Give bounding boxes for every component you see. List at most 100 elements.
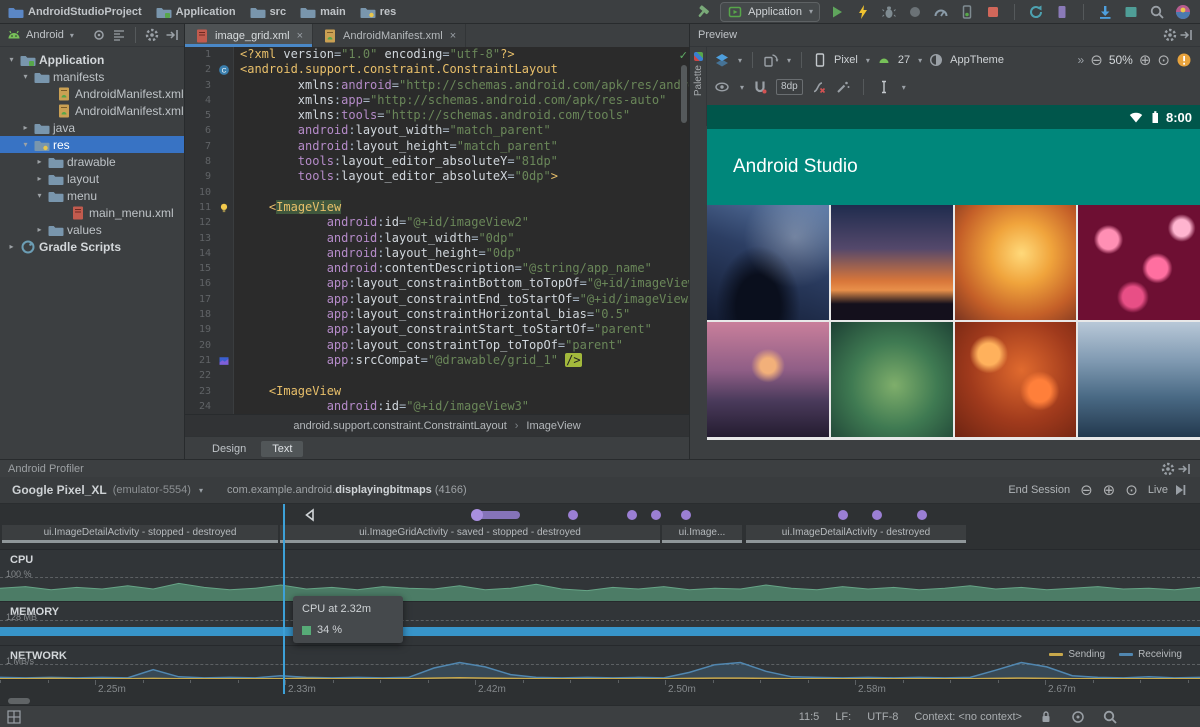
tree-item-java[interactable]: ▸ java [0,119,184,136]
end-session-button[interactable]: End Session [1008,484,1070,496]
tree-expand-arrow[interactable]: ▸ [6,242,17,251]
breadcrumb-item-main[interactable]: main [300,4,346,20]
locate-file-icon[interactable] [91,27,107,43]
theme-select[interactable]: AppTheme [950,54,1004,66]
inspection-status-icon[interactable]: ✓ [679,49,688,62]
error-badge-icon[interactable] [1176,52,1192,68]
orientation-icon[interactable] [763,52,779,68]
tree-expand-arrow[interactable]: ▸ [34,174,45,183]
overflow-chevrons-icon[interactable]: » [1078,53,1085,67]
instant-run-bolt-icon[interactable] [854,3,872,21]
tree-expand-arrow[interactable]: ▸ [20,123,31,132]
event-timeline[interactable]: ui.ImageDetailActivity - stopped - destr… [0,504,1200,549]
file-encoding[interactable]: UTF-8 [867,711,898,723]
layers-icon[interactable] [714,52,730,68]
tree-item-drawable[interactable]: ▸ drawable [0,153,184,170]
palette-tab[interactable]: Palette [690,46,707,126]
run-play-icon[interactable] [828,3,846,21]
toolwindow-grid-icon[interactable] [6,709,22,725]
tree-item-application[interactable]: ▾ Application [0,51,184,68]
editor-tab-androidmanifest-xml[interactable]: AndroidManifest.xml × [313,24,467,47]
breadcrumb-item-res[interactable]: res [360,4,396,20]
status-circle-icon[interactable] [1070,709,1086,725]
sdk-manager-icon[interactable] [1096,3,1114,21]
default-margin-select[interactable]: 8dp [776,79,803,95]
infer-constraints-icon[interactable] [835,79,851,95]
live-button[interactable]: Live [1148,482,1188,498]
project-view-selector[interactable]: Android [26,29,64,41]
tree-item-layout[interactable]: ▸ layout [0,170,184,187]
profiler-time-axis[interactable]: 2.25m 2.33m 2.42m 2.50m 2.58m 2.67m [0,679,1200,696]
device-phone-icon[interactable] [812,52,828,68]
breadcrumb-parent[interactable]: android.support.constraint.ConstraintLay… [293,420,506,432]
run-device-icon[interactable] [958,3,976,21]
user-avatar-icon[interactable] [1174,3,1192,21]
mode-tab-text[interactable]: Text [261,440,304,457]
api-level-select[interactable]: 27 [898,54,910,66]
breadcrumb-item-androidstudioproject[interactable]: AndroidStudioProject [8,4,142,20]
memory-chart-row[interactable]: MEMORY 128 MB [0,601,1200,645]
run-config-select[interactable]: Application ▾ [720,1,820,22]
caret-position[interactable]: 11:5 [799,711,820,723]
search-everywhere-icon[interactable] [1148,3,1166,21]
profiler-zoom-out-button[interactable]: ⊖ [1080,481,1093,499]
build-hammer-icon[interactable] [694,3,712,21]
api-level-icon[interactable] [876,52,892,68]
hide-panel-icon[interactable] [1176,461,1192,477]
autoconnect-magnet-icon[interactable] [752,79,768,95]
profiler-reset-zoom-button[interactable]: ⊙ [1125,481,1138,499]
tree-expand-arrow[interactable]: ▾ [34,191,45,200]
avd-manager-icon[interactable] [1053,3,1071,21]
network-chart-row[interactable]: NETWORK 1 MB/s Sending Receiving [0,645,1200,679]
scrollbar-thumb[interactable] [681,65,687,123]
device-select[interactable]: Pixel [834,54,858,66]
tree-item-androidmanifest-xml[interactable]: AndroidManifest.xml [0,85,184,102]
tree-item-res[interactable]: ▾ res [0,136,184,153]
search-icon[interactable] [1102,709,1118,725]
close-icon[interactable]: × [297,30,303,42]
tree-expand-arrow[interactable]: ▾ [6,55,17,64]
cpu-gauge-icon[interactable] [932,3,950,21]
gear-icon[interactable] [1162,27,1178,43]
hide-panel-icon[interactable] [1178,27,1194,43]
breadcrumb-item-src[interactable]: src [250,4,286,20]
tree-item-androidmanifest-xml[interactable]: AndroidManifest.xml [0,102,184,119]
theme-icon[interactable] [928,52,944,68]
tree-expand-arrow[interactable]: ▸ [34,225,45,234]
editor-tab-image-grid-xml[interactable]: image_grid.xml × [185,24,314,47]
tree-expand-arrow[interactable]: ▾ [20,140,31,149]
code-editor[interactable]: 1 <?xml version="1.0" encoding="utf-8"?> 2… [185,47,689,414]
gradle-sync-icon[interactable] [1027,3,1045,21]
context-indicator[interactable]: Context: <no context> [914,711,1022,723]
stop-icon[interactable] [984,3,1002,21]
collapse-all-icon[interactable] [111,27,127,43]
tree-item-gradle-scripts[interactable]: ▸ Gradle Scripts [0,238,184,255]
profiler-scrollbar[interactable] [8,698,30,704]
line-separator[interactable]: LF: [835,711,851,723]
gear-icon[interactable] [1160,461,1176,477]
breadcrumb-child[interactable]: ImageView [526,420,580,432]
profiler-zoom-in-button[interactable]: ⊕ [1103,481,1116,499]
editor-scrollbar[interactable]: ✓ [679,47,689,414]
zoom-in-button[interactable]: ⊕ [1139,51,1152,69]
debug-bug-icon[interactable] [880,3,898,21]
profiler-attach-icon[interactable] [906,3,924,21]
hide-panel-icon[interactable] [164,27,180,43]
cpu-chart-row[interactable]: CPU 100 % [0,549,1200,601]
gear-icon[interactable] [144,27,160,43]
clear-constraints-icon[interactable] [811,79,827,95]
tree-item-manifests[interactable]: ▾ manifests [0,68,184,85]
tree-expand-arrow[interactable]: ▾ [20,72,31,81]
zoom-fit-button[interactable]: ⊙ [1157,51,1170,69]
mode-tab-design[interactable]: Design [201,441,257,457]
view-options-eye-icon[interactable] [714,79,730,95]
session-device[interactable]: Google Pixel_XL [12,483,107,497]
lock-icon[interactable] [1038,709,1054,725]
tree-expand-arrow[interactable]: ▸ [34,157,45,166]
tree-item-values[interactable]: ▸ values [0,221,184,238]
tree-item-menu[interactable]: ▾ menu [0,187,184,204]
text-cursor-icon[interactable] [876,79,892,95]
device-explorer-icon[interactable] [1122,3,1140,21]
zoom-out-button[interactable]: ⊖ [1090,51,1103,69]
tree-item-main-menu-xml[interactable]: main_menu.xml [0,204,184,221]
